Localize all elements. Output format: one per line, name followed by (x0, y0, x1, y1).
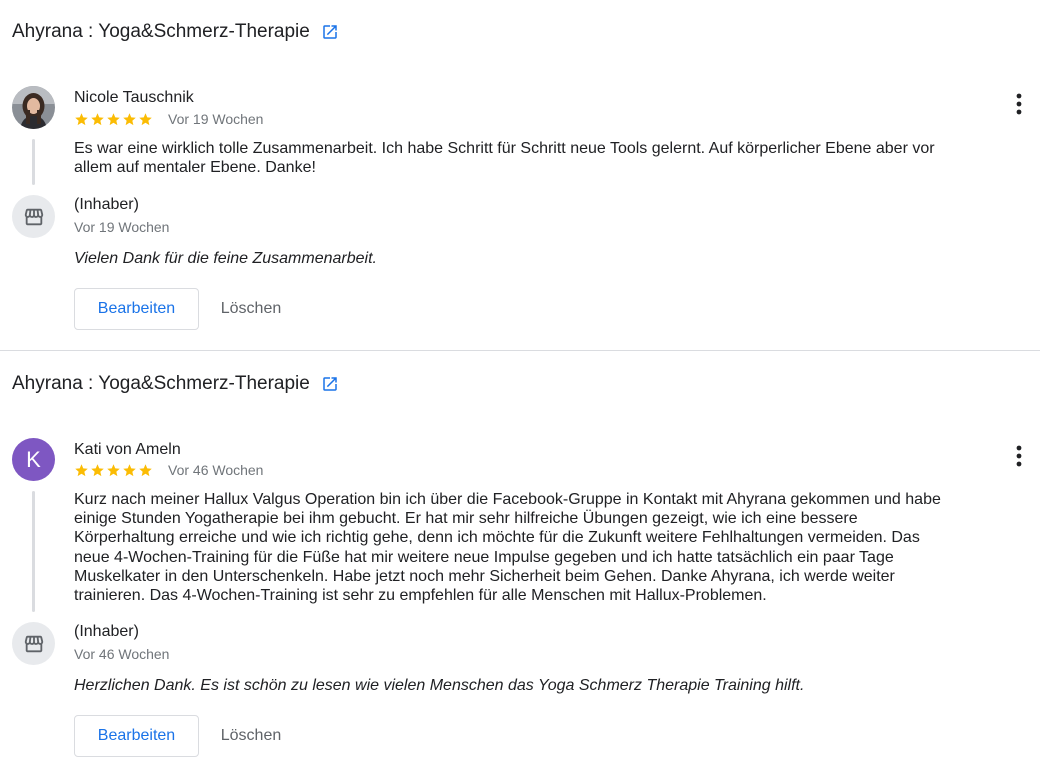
open-in-new-icon[interactable] (321, 23, 339, 41)
star-icon (107, 464, 120, 477)
review-date: Vor 46 Wochen (168, 462, 264, 478)
star-icon (91, 113, 104, 126)
thread-line (32, 139, 35, 185)
star-icon (139, 113, 152, 126)
star-rating (74, 112, 153, 127)
review-text: Es war eine wirklich tolle Zusammenarbei… (74, 140, 935, 177)
star-icon (91, 464, 104, 477)
business-title-row: Ahyrana : Yoga&Schmerz-Therapie (12, 373, 339, 395)
review-card: Ahyrana : Yoga&Schmerz-Therapie K Kati v… (0, 351, 1040, 774)
owner-reply-text: Herzlichen Dank. Es ist schön zu lesen w… (74, 677, 805, 694)
business-title[interactable]: Ahyrana : Yoga&Schmerz-Therapie (12, 21, 310, 43)
owner-avatar (12, 195, 55, 238)
reviewer-name[interactable]: Kati von Ameln (74, 441, 181, 459)
storefront-icon (24, 208, 43, 225)
more-options-button[interactable] (1006, 91, 1032, 117)
owner-label: (Inhaber) (74, 196, 139, 213)
open-in-new-icon[interactable] (321, 375, 339, 393)
more-options-button[interactable] (1006, 443, 1032, 469)
star-rating (74, 463, 153, 478)
reviewer-name[interactable]: Nicole Tauschnik (74, 89, 194, 107)
star-icon (123, 464, 136, 477)
owner-avatar (12, 622, 55, 665)
edit-reply-button[interactable]: Bearbeiten (74, 715, 199, 757)
thread-line (32, 491, 35, 612)
star-icon (75, 113, 88, 126)
star-icon (123, 113, 136, 126)
owner-reply-date: Vor 46 Wochen (74, 646, 170, 662)
owner-reply-date: Vor 19 Wochen (74, 219, 170, 235)
reviewer-avatar[interactable] (12, 86, 55, 129)
delete-reply-button[interactable]: Löschen (204, 715, 298, 757)
business-title[interactable]: Ahyrana : Yoga&Schmerz-Therapie (12, 373, 310, 395)
reviewer-avatar[interactable]: K (12, 438, 55, 481)
review-date: Vor 19 Wochen (168, 111, 264, 127)
review-text: Kurz nach meiner Hallux Valgus Operation… (74, 491, 941, 605)
edit-reply-button[interactable]: Bearbeiten (74, 288, 199, 330)
business-title-row: Ahyrana : Yoga&Schmerz-Therapie (12, 21, 339, 43)
owner-label: (Inhaber) (74, 623, 139, 640)
delete-reply-button[interactable]: Löschen (204, 288, 298, 330)
more-vert-icon (1016, 445, 1022, 467)
owner-reply-text: Vielen Dank für die feine Zusammenarbeit… (74, 250, 377, 267)
star-icon (139, 464, 152, 477)
star-icon (75, 464, 88, 477)
star-icon (107, 113, 120, 126)
more-vert-icon (1016, 93, 1022, 115)
storefront-icon (24, 635, 43, 652)
review-card: Ahyrana : Yoga&Schmerz-Therapie Nicole T… (0, 0, 1040, 351)
